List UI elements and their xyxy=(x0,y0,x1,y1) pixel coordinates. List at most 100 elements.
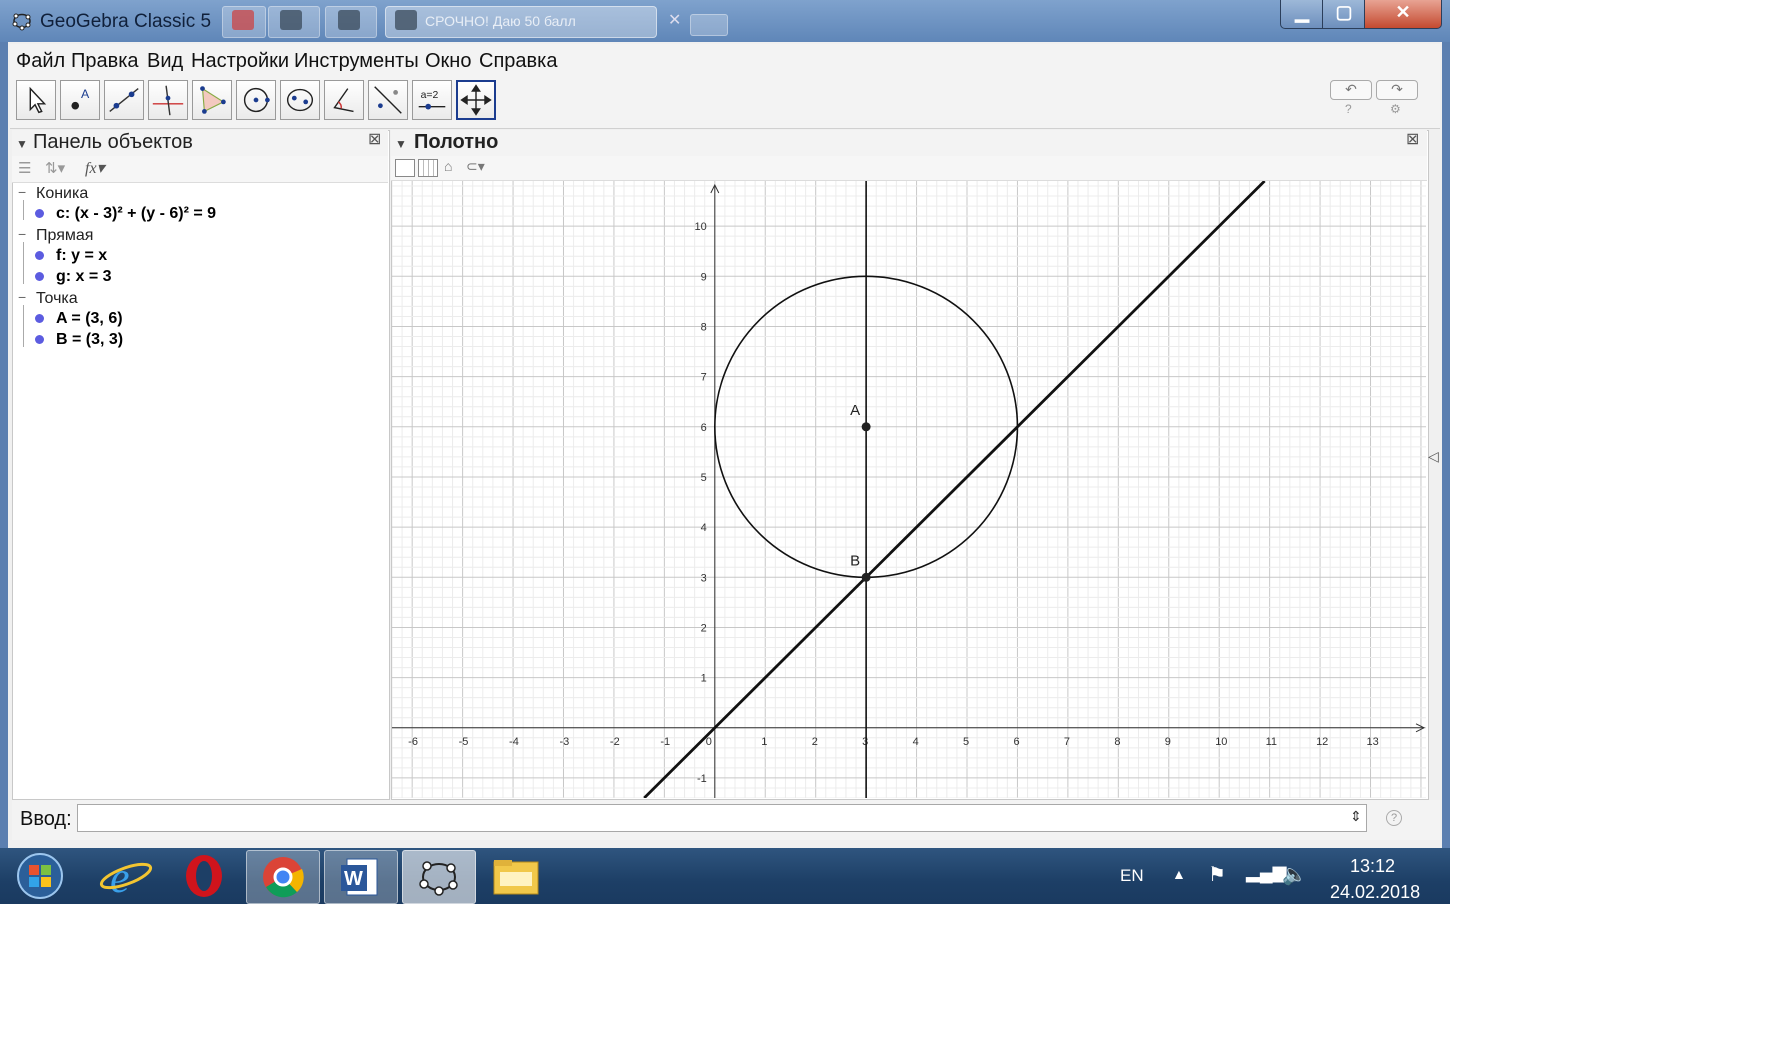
language-indicator[interactable]: EN xyxy=(1120,866,1144,886)
taskbar-opera-button[interactable] xyxy=(168,850,240,902)
description-mode-icon[interactable]: fx▾ xyxy=(85,158,105,178)
menu-file[interactable]: Файл xyxy=(16,50,65,73)
angle-tool-button[interactable] xyxy=(324,80,364,120)
ellipse-tool-button[interactable] xyxy=(280,80,320,120)
point-capture-icon[interactable]: ⊂▾ xyxy=(466,158,485,175)
line-tool-button[interactable] xyxy=(104,80,144,120)
svg-text:a=2: a=2 xyxy=(421,90,439,101)
y-tick-label: -1 xyxy=(697,773,707,785)
object-g[interactable]: g: x = 3 xyxy=(56,268,112,286)
taskbar-geogebra-button[interactable] xyxy=(402,850,476,904)
point-B xyxy=(861,572,871,582)
redo-button[interactable]: ↷ xyxy=(1376,80,1418,100)
perpendicular-tool-button[interactable] xyxy=(148,80,188,120)
taskbar-ie-button[interactable]: e xyxy=(90,850,162,902)
network-icon[interactable]: ▂▄▆ xyxy=(1246,862,1286,883)
tray-expand-icon[interactable]: ▲ xyxy=(1172,866,1186,882)
start-button[interactable] xyxy=(12,851,68,901)
undo-icon: ↶ xyxy=(1345,81,1357,97)
undo-button[interactable]: ↶ xyxy=(1330,80,1372,100)
x-tick-label: 13 xyxy=(1367,736,1379,748)
line-f xyxy=(643,181,1266,798)
geogebra-icon xyxy=(419,861,458,896)
algebra-panel-title: Панель объектов xyxy=(33,131,193,153)
menu-window[interactable]: Окно xyxy=(425,50,471,73)
opera-icon xyxy=(186,855,222,897)
point-tool-button[interactable]: A xyxy=(60,80,100,120)
panel-collapse-icon[interactable]: ▼ xyxy=(395,137,407,151)
group-label-conic[interactable]: Коника xyxy=(36,185,88,203)
y-tick-label: 1 xyxy=(701,673,707,685)
home-icon[interactable]: ⌂ xyxy=(444,158,452,174)
x-tick-label: 5 xyxy=(963,736,969,748)
object-c[interactable]: c: (x - 3)² + (y - 6)² = 9 xyxy=(56,205,216,223)
x-tick-label: 3 xyxy=(862,736,868,748)
tab-close-icon[interactable]: ✕ xyxy=(668,10,681,30)
circle-tool-button[interactable] xyxy=(236,80,276,120)
minimize-button[interactable]: ▁ xyxy=(1280,0,1324,29)
taskbar-chrome-button[interactable] xyxy=(246,850,320,904)
menu-help[interactable]: Справка xyxy=(479,50,557,73)
x-tick-label: 7 xyxy=(1064,736,1070,748)
folder-icon xyxy=(493,860,539,895)
y-tick-label: 7 xyxy=(701,372,707,384)
reflect-tool-button[interactable] xyxy=(368,80,408,120)
help-icon[interactable]: ? xyxy=(1345,102,1352,116)
clock-date[interactable]: 24.02.2018 xyxy=(1330,882,1420,903)
volume-icon[interactable]: 🔈 xyxy=(1282,862,1307,887)
clock-time[interactable]: 13:12 xyxy=(1350,856,1395,877)
visibility-dot-c[interactable] xyxy=(35,209,44,218)
reflect-line-icon xyxy=(374,86,402,114)
y-tick-label: 5 xyxy=(701,472,707,484)
close-button[interactable]: ✕ xyxy=(1364,0,1442,29)
menu-view[interactable]: Вид xyxy=(147,50,183,73)
close-panel-icon[interactable]: ⊠ xyxy=(1406,129,1419,149)
sort-icon[interactable]: ⇅▾ xyxy=(45,159,65,177)
visibility-dot-A[interactable] xyxy=(35,314,44,323)
menu-edit[interactable]: Правка xyxy=(71,50,139,73)
gear-icon[interactable]: ⚙ xyxy=(1390,102,1401,116)
close-panel-icon[interactable]: ⊠ xyxy=(368,129,381,149)
action-center-flag-icon[interactable]: ⚑ xyxy=(1208,862,1226,887)
window-title: GeoGebra Classic 5 xyxy=(40,11,212,32)
y-tick-label: 9 xyxy=(701,271,707,283)
input-help-icon[interactable]: ? xyxy=(1386,810,1402,826)
menu-settings[interactable]: Настройки xyxy=(191,50,289,73)
slider-tool-button[interactable]: a=2 xyxy=(412,80,452,120)
point-label-A: A xyxy=(850,402,860,419)
visibility-dot-f[interactable] xyxy=(35,251,44,260)
menu-tools[interactable]: Инструменты xyxy=(294,50,419,73)
show-auxiliary-icon[interactable]: ☰ xyxy=(18,159,31,177)
object-f[interactable]: f: y = x xyxy=(56,247,107,265)
visibility-dot-g[interactable] xyxy=(35,272,44,281)
visibility-dot-B[interactable] xyxy=(35,335,44,344)
maximize-button[interactable]: ▢ xyxy=(1322,0,1366,29)
word-icon: W xyxy=(341,858,378,896)
algebra-style-bar xyxy=(12,156,388,183)
move-tool-button[interactable] xyxy=(16,80,56,120)
graphics-panel-title: Полотно xyxy=(414,131,499,153)
group-collapse-icon[interactable]: − xyxy=(18,226,26,242)
graphics-canvas[interactable]: -6 -5 -4 -3 -2 -1 0 1 2 3 4 5 6 7 8 9 10 11 12 13-112345678… xyxy=(392,181,1426,798)
x-tick-label: 9 xyxy=(1165,736,1171,748)
expand-side-icon[interactable]: ◁ xyxy=(1428,448,1439,465)
group-collapse-icon[interactable]: − xyxy=(18,184,26,200)
toggle-grid-icon[interactable] xyxy=(418,159,438,177)
maximize-icon: ▢ xyxy=(1335,2,1353,22)
toggle-axes-icon[interactable] xyxy=(395,159,415,177)
object-A[interactable]: A = (3, 6) xyxy=(56,310,123,328)
close-icon: ✕ xyxy=(1395,2,1411,22)
input-history-icon[interactable]: ⇕ xyxy=(1350,808,1362,825)
group-label-line[interactable]: Прямая xyxy=(36,227,93,245)
polygon-tool-button[interactable] xyxy=(192,80,232,120)
input-field[interactable] xyxy=(77,804,1367,832)
taskbar-word-button[interactable]: W xyxy=(324,850,398,904)
group-collapse-icon[interactable]: − xyxy=(18,289,26,305)
new-tab-button[interactable] xyxy=(690,14,728,36)
move-view-tool-button[interactable] xyxy=(456,80,496,120)
panel-collapse-icon[interactable]: ▼ xyxy=(16,137,28,151)
object-B[interactable]: B = (3, 3) xyxy=(56,331,123,349)
taskbar-explorer-button[interactable] xyxy=(480,850,552,902)
cursor-arrow-icon xyxy=(29,86,47,114)
group-label-point[interactable]: Точка xyxy=(36,290,78,308)
